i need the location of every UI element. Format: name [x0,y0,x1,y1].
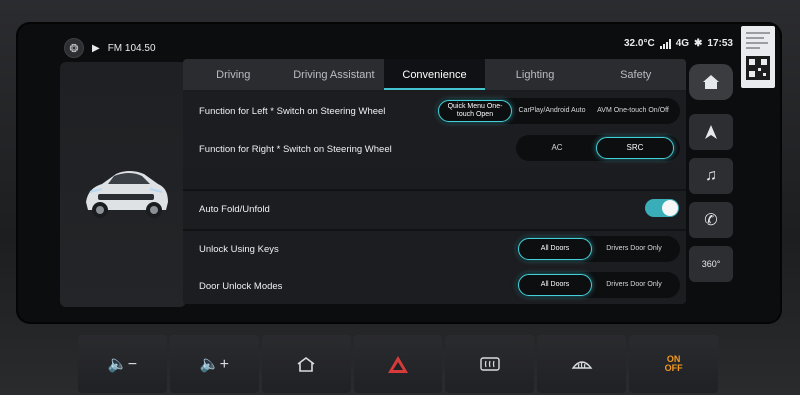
volume-down-icon: 🔈− [107,356,138,373]
music-button[interactable]: ♫ [689,158,733,194]
network-type: 4G [675,38,690,49]
rear-defrost-button[interactable] [445,335,535,393]
home-icon [703,75,719,89]
left-switch-selector: Quick Menu One-touch Open CarPlay/Androi… [436,98,680,124]
left-switch-label: Function for Left * Switch on Steering W… [199,106,386,117]
music-note-icon: ♫ [705,167,717,184]
play-icon[interactable]: ▶ [92,43,100,54]
option-src[interactable]: SRC [596,137,674,159]
eco-stop-start-button[interactable]: ON OFF [629,335,719,393]
vehicle-preview [60,62,186,307]
option-drivers-door[interactable]: Drivers Door Only [592,238,676,260]
home-button[interactable] [689,64,733,100]
door-unlock-label: Door Unlock Modes [199,281,283,292]
quick-nav: ♫ ✆ 360° [689,62,737,302]
settings-tabs: Driving Driving Assistant Convenience Li… [183,59,686,90]
infotainment-screen: ❂ ▶ FM 104.50 32.0°C 4G ✱ 17:53 Driving … [16,22,782,324]
door-unlock-selector: All Doors Drivers Door Only [516,272,680,298]
option-carplay[interactable]: CarPlay/Android Auto [512,100,592,122]
tab-driving[interactable]: Driving [183,59,284,90]
qr-code-icon [746,32,770,80]
eco-off-label: OFF [664,363,683,373]
front-defrost-icon [571,361,593,369]
option-ac[interactable]: AC [518,137,596,159]
camera-360-button[interactable]: 360° [689,246,733,282]
phone-button[interactable]: ✆ [689,202,733,238]
qr-code-label [741,26,775,88]
phone-icon: ✆ [704,212,718,229]
left-switch-row: Function for Left * Switch on Steering W… [183,92,686,130]
home-hard-button[interactable] [261,335,351,393]
right-switch-label: Function for Right * Switch on Steering … [199,144,392,155]
option-avm[interactable]: AVM One-touch On/Off [592,100,674,122]
option-all-doors[interactable]: All Doors [518,238,592,260]
auto-fold-row: Auto Fold/Unfold [183,191,686,229]
tab-driving-assistant[interactable]: Driving Assistant [284,59,385,90]
hazard-button[interactable] [353,335,443,393]
option-all-doors[interactable]: All Doors [518,274,592,296]
volume-up-button[interactable]: 🔈+ [169,335,259,393]
tab-convenience[interactable]: Convenience [384,59,485,90]
right-switch-row: Function for Right * Switch on Steering … [183,130,686,168]
auto-fold-toggle[interactable] [645,199,679,217]
volume-up-icon: 🔈+ [199,356,229,373]
clock: 17:53 [707,38,733,49]
navigation-button[interactable] [689,114,733,150]
signal-icon [659,38,671,49]
navigation-arrow-icon [705,125,717,139]
system-status: 32.0°C 4G ✱ 17:53 [624,38,733,49]
volume-down-button[interactable]: 🔈− [78,335,167,393]
head-unit-bezel: ❂ ▶ FM 104.50 32.0°C 4G ✱ 17:53 Driving … [0,0,800,395]
front-defrost-button[interactable] [537,335,627,393]
rear-defrost-icon [480,357,500,371]
auto-fold-label: Auto Fold/Unfold [199,204,270,215]
option-quick-menu[interactable]: Quick Menu One-touch Open [438,100,512,122]
car-image [86,171,168,218]
door-unlock-row: Door Unlock Modes All Doors Drivers Door… [183,267,686,304]
eco-stop-start-icon: ON OFF [665,355,683,373]
media-status: ❂ ▶ FM 104.50 [64,38,156,58]
lights-icon[interactable]: ❂ [64,38,84,58]
unlock-keys-label: Unlock Using Keys [199,244,279,255]
tab-lighting[interactable]: Lighting [485,59,586,90]
bluetooth-icon: ✱ [694,38,703,49]
360-view-icon: 360° [701,259,721,269]
tab-safety[interactable]: Safety [585,59,686,90]
temperature: 32.0°C [624,38,655,49]
home-outline-icon [297,357,315,372]
toggle-knob [662,200,678,216]
unlock-keys-selector: All Doors Drivers Door Only [516,236,680,262]
hazard-icon [388,355,408,373]
radio-station: FM 104.50 [107,42,156,54]
right-switch-selector: AC SRC [516,135,680,161]
unlock-keys-row: Unlock Using Keys All Doors Drivers Door… [183,231,686,267]
settings-panel: Driving Driving Assistant Convenience Li… [183,59,686,304]
option-drivers-door[interactable]: Drivers Door Only [592,274,676,296]
hardware-button-strip: 🔈− 🔈+ ON OFF [78,335,719,393]
